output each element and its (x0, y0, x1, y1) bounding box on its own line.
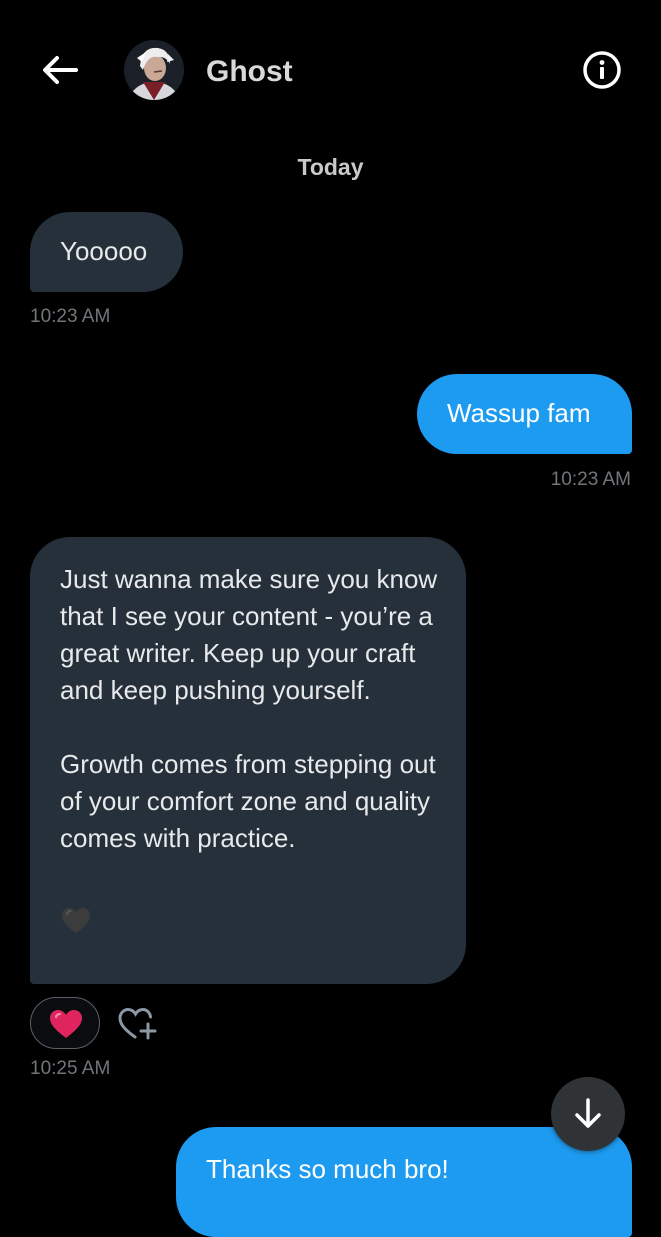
message-timestamp: 10:23 AM (30, 306, 111, 327)
message-paragraph: Growth comes from stepping out of your c… (60, 749, 436, 853)
avatar-image (124, 40, 184, 100)
red-heart-icon (50, 1010, 82, 1038)
back-button[interactable] (36, 50, 84, 90)
message-timestamp: 10:23 AM (550, 469, 631, 490)
info-icon (583, 51, 621, 89)
add-reaction-button[interactable] (117, 1004, 159, 1044)
message-text: Yooooo (60, 236, 148, 266)
message-text: Wassup fam (447, 398, 591, 428)
message-bubble-outgoing[interactable]: Wassup fam (417, 374, 632, 454)
info-button[interactable] (580, 48, 624, 92)
arrow-left-icon (43, 56, 78, 84)
avatar[interactable] (124, 40, 184, 100)
message-bubble-outgoing[interactable]: Thanks so much bro! (176, 1127, 632, 1237)
message-timestamp: 10:25 AM (30, 1058, 111, 1079)
message-text: Thanks so much bro! (206, 1154, 449, 1184)
heart-reaction-button[interactable] (30, 997, 100, 1049)
chat-header: Ghost (0, 0, 661, 140)
black-heart-emoji-icon (62, 908, 90, 933)
message-paragraph: Just wanna make sure you know that I see… (60, 564, 438, 705)
message-bubble-incoming[interactable]: Just wanna make sure you know that I see… (30, 537, 466, 984)
contact-name[interactable]: Ghost (206, 54, 293, 90)
scroll-to-bottom-button[interactable] (551, 1077, 625, 1151)
heart-plus-icon (118, 1007, 157, 1040)
arrow-down-icon (575, 1098, 601, 1128)
day-separator: Today (297, 154, 364, 180)
message-bubble-incoming[interactable]: Yooooo (30, 212, 183, 292)
